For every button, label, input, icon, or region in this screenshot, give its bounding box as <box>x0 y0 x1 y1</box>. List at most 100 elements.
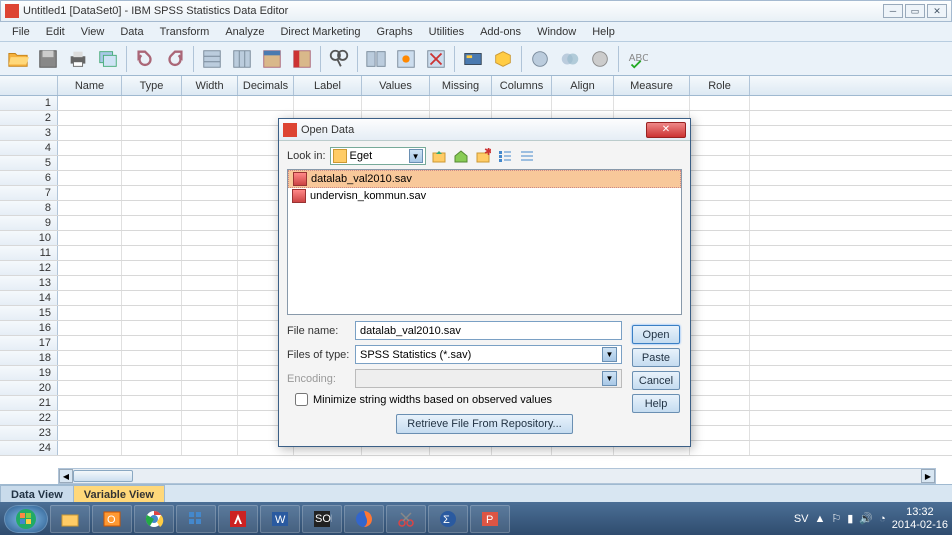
value-labels-icon[interactable] <box>459 45 487 73</box>
paste-button[interactable]: Paste <box>632 348 680 367</box>
recall-dialog-icon[interactable] <box>94 45 122 73</box>
row-number[interactable]: 15 <box>0 306 58 320</box>
open-button[interactable]: Open <box>632 325 680 344</box>
split-file-icon[interactable] <box>362 45 390 73</box>
close-button[interactable]: ✕ <box>927 4 947 18</box>
task-chrome[interactable] <box>134 505 174 533</box>
grid-cell[interactable] <box>690 366 750 380</box>
scroll-thumb[interactable] <box>73 470 133 482</box>
grid-cell[interactable] <box>182 336 238 350</box>
run-descriptives-icon[interactable] <box>288 45 316 73</box>
tray-lang[interactable]: SV <box>794 513 809 525</box>
grid-cell[interactable] <box>122 216 182 230</box>
row-number[interactable]: 21 <box>0 396 58 410</box>
grid-cell[interactable] <box>122 111 182 125</box>
grid-cell[interactable] <box>122 321 182 335</box>
col-name[interactable]: Name <box>58 76 122 95</box>
start-button[interactable] <box>4 505 48 533</box>
row-number[interactable]: 7 <box>0 186 58 200</box>
grid-cell[interactable] <box>294 96 362 110</box>
menu-analyze[interactable]: Analyze <box>217 24 272 40</box>
grid-cell[interactable] <box>182 396 238 410</box>
new-folder-icon[interactable]: ✱ <box>474 147 492 165</box>
col-values[interactable]: Values <box>362 76 430 95</box>
grid-cell[interactable] <box>182 96 238 110</box>
grid-cell[interactable] <box>690 291 750 305</box>
grid-cell[interactable] <box>122 156 182 170</box>
grid-cell[interactable] <box>690 201 750 215</box>
grid-cell[interactable] <box>552 96 614 110</box>
tray-battery-icon[interactable]: ▮ <box>847 512 853 525</box>
row-number[interactable]: 2 <box>0 111 58 125</box>
grid-cell[interactable] <box>58 201 122 215</box>
task-adobe[interactable] <box>218 505 258 533</box>
find-icon[interactable] <box>325 45 353 73</box>
grid-cell[interactable] <box>492 96 552 110</box>
grid-cell[interactable] <box>182 411 238 425</box>
grid-cell[interactable] <box>58 111 122 125</box>
grid-cell[interactable] <box>58 126 122 140</box>
grid-cell[interactable] <box>58 96 122 110</box>
menu-direct-marketing[interactable]: Direct Marketing <box>272 24 368 40</box>
up-folder-icon[interactable] <box>430 147 448 165</box>
help-button[interactable]: Help <box>632 394 680 413</box>
dialog-close-button[interactable]: ✕ <box>646 122 686 138</box>
menu-data[interactable]: Data <box>112 24 151 40</box>
scroll-left-icon[interactable]: ◀ <box>59 469 73 483</box>
redo-icon[interactable] <box>161 45 189 73</box>
row-number[interactable]: 9 <box>0 216 58 230</box>
scroll-right-icon[interactable]: ▶ <box>921 469 935 483</box>
task-snip[interactable] <box>386 505 426 533</box>
menu-window[interactable]: Window <box>529 24 584 40</box>
grid-cell[interactable] <box>122 366 182 380</box>
task-spss[interactable]: Σ <box>428 505 468 533</box>
grid-cell[interactable] <box>690 426 750 440</box>
grid-cell[interactable] <box>690 306 750 320</box>
menu-graphs[interactable]: Graphs <box>369 24 421 40</box>
col-measure[interactable]: Measure <box>614 76 690 95</box>
row-number[interactable]: 3 <box>0 126 58 140</box>
chevron-down-icon[interactable]: ▼ <box>409 149 423 163</box>
print-icon[interactable] <box>64 45 92 73</box>
customize-icon[interactable] <box>586 45 614 73</box>
menu-addons[interactable]: Add-ons <box>472 24 529 40</box>
task-powerpoint[interactable]: P <box>470 505 510 533</box>
filetype-combo[interactable]: SPSS Statistics (*.sav) ▼ <box>355 345 622 364</box>
grid-cell[interactable] <box>182 306 238 320</box>
grid-cell[interactable] <box>58 216 122 230</box>
grid-cell[interactable] <box>58 231 122 245</box>
spellcheck-icon[interactable]: ABC <box>623 45 651 73</box>
col-role[interactable]: Role <box>690 76 750 95</box>
use-sets-icon[interactable] <box>489 45 517 73</box>
grid-cell[interactable] <box>58 411 122 425</box>
grid-cell[interactable] <box>690 126 750 140</box>
grid-cell[interactable] <box>122 126 182 140</box>
grid-cell[interactable] <box>58 426 122 440</box>
grid-cell[interactable] <box>122 246 182 260</box>
select-cases-icon[interactable] <box>422 45 450 73</box>
grid-cell[interactable] <box>182 231 238 245</box>
row-number[interactable]: 11 <box>0 246 58 260</box>
row-number[interactable]: 10 <box>0 231 58 245</box>
show-subset-icon[interactable] <box>556 45 584 73</box>
tray-clock[interactable]: 13:32 2014-02-16 <box>892 506 948 530</box>
col-width[interactable]: Width <box>182 76 238 95</box>
file-item[interactable]: datalab_val2010.sav <box>288 170 681 188</box>
tray-network-icon[interactable]: ◔ <box>879 513 886 525</box>
home-icon[interactable] <box>452 147 470 165</box>
task-app[interactable] <box>176 505 216 533</box>
grid-cell[interactable] <box>58 306 122 320</box>
task-outlook[interactable]: O <box>92 505 132 533</box>
grid-row[interactable]: 1 <box>0 96 952 111</box>
details-view-icon[interactable] <box>518 147 536 165</box>
grid-cell[interactable] <box>122 186 182 200</box>
grid-cell[interactable] <box>690 396 750 410</box>
row-number[interactable]: 20 <box>0 381 58 395</box>
grid-cell[interactable] <box>690 96 750 110</box>
row-number[interactable]: 24 <box>0 441 58 455</box>
grid-cell[interactable] <box>690 336 750 350</box>
grid-cell[interactable] <box>690 411 750 425</box>
grid-cell[interactable] <box>58 336 122 350</box>
grid-cell[interactable] <box>58 366 122 380</box>
grid-cell[interactable] <box>122 231 182 245</box>
